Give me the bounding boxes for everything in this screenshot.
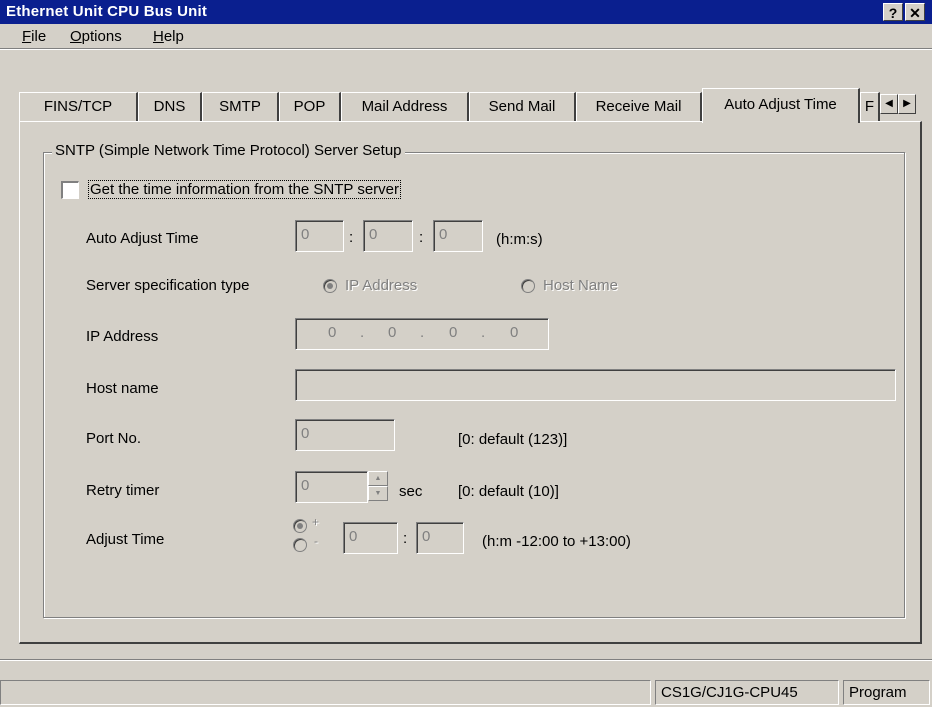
radio-minus-label[interactable]: - [314, 534, 318, 548]
status-model: CS1G/CJ1G-CPU45 [655, 680, 839, 705]
radio-host-name-label[interactable]: Host Name [543, 277, 618, 294]
retry-label: Retry timer [86, 482, 160, 499]
tab-scroll-right-icon[interactable]: ▶ [898, 94, 916, 114]
title-bar[interactable]: Ethernet Unit CPU Bus Unit ? ✕ [0, 0, 932, 24]
tab-dns[interactable]: DNS [138, 92, 202, 122]
time-separator: : [349, 229, 354, 246]
radio-plus[interactable] [293, 519, 307, 533]
tab-overflow[interactable]: F [860, 92, 880, 122]
port-label: Port No. [86, 430, 142, 447]
adjust-time-hint: (h:m -12:00 to +13:00) [482, 533, 631, 550]
close-button[interactable]: ✕ [905, 3, 925, 21]
menu-options[interactable]: Options [70, 28, 122, 45]
retry-input[interactable]: 0 [295, 471, 368, 503]
radio-ip-address[interactable] [323, 279, 337, 293]
adjust-time-label: Adjust Time [86, 531, 165, 548]
ip-octet-2: 0 [388, 324, 397, 341]
auto-adjust-hour-input[interactable]: 0 [295, 220, 344, 252]
time-separator: : [419, 229, 424, 246]
tab-pop[interactable]: POP [279, 92, 341, 122]
adjust-time-separator: : [403, 530, 408, 547]
menu-bar: File Options Help [0, 24, 932, 48]
spin-down-icon[interactable]: ▼ [368, 486, 388, 501]
port-hint: [0: default (123)] [458, 431, 568, 448]
retry-hint: [0: default (10)] [458, 483, 559, 500]
tab-auto-adjust-time[interactable]: Auto Adjust Time [702, 88, 860, 123]
adjust-minute-input[interactable]: 0 [416, 522, 464, 554]
port-input[interactable]: 0 [295, 419, 395, 451]
group-title: SNTP (Simple Network Time Protocol) Serv… [52, 142, 405, 159]
ip-dot: . [360, 324, 365, 341]
dialog-window: Ethernet Unit CPU Bus Unit ? ✕ File Opti… [0, 0, 932, 707]
tab-send-mail[interactable]: Send Mail [469, 92, 576, 122]
server-spec-label: Server specification type [86, 277, 250, 294]
ip-octet-1: 0 [328, 324, 337, 341]
help-button[interactable]: ? [883, 3, 903, 21]
radio-plus-label[interactable]: + [312, 515, 319, 529]
radio-ip-address-label[interactable]: IP Address [345, 277, 417, 294]
tab-scroll-left-icon[interactable]: ◀ [880, 94, 898, 114]
tab-fins-tcp[interactable]: FINS/TCP [19, 92, 138, 122]
retry-spinner[interactable]: ▲ ▼ [368, 471, 388, 503]
retry-unit: sec [399, 483, 423, 500]
auto-adjust-minute-input[interactable]: 0 [363, 220, 413, 252]
radio-host-name[interactable] [521, 279, 535, 293]
status-mode: Program [843, 680, 930, 705]
window-title: Ethernet Unit CPU Bus Unit [6, 3, 208, 20]
host-name-input[interactable] [295, 369, 896, 401]
ip-address-label: IP Address [86, 328, 159, 345]
spin-up-icon[interactable]: ▲ [368, 471, 388, 486]
ip-octet-4: 0 [510, 324, 519, 341]
radio-minus[interactable] [293, 538, 307, 552]
menu-help[interactable]: Help [153, 28, 184, 45]
adjust-hour-input[interactable]: 0 [343, 522, 398, 554]
bottom-separator-highlight [0, 660, 932, 661]
auto-adjust-second-input[interactable]: 0 [433, 220, 483, 252]
tab-receive-mail[interactable]: Receive Mail [576, 92, 702, 122]
menu-file[interactable]: File [22, 28, 46, 45]
get-time-checkbox-label[interactable]: Get the time information from the SNTP s… [88, 180, 402, 199]
status-pane-message [0, 680, 651, 705]
host-name-label: Host name [86, 380, 159, 397]
status-bar: CS1G/CJ1G-CPU45 Program [0, 676, 932, 707]
menu-separator-highlight [0, 49, 932, 50]
ip-dot: . [420, 324, 425, 341]
ip-dot: . [481, 324, 486, 341]
tab-mail-address[interactable]: Mail Address [341, 92, 469, 122]
auto-adjust-time-label: Auto Adjust Time [86, 230, 199, 247]
tab-smtp[interactable]: SMTP [202, 92, 279, 122]
ip-address-input[interactable]: 0 . 0 . 0 . 0 [295, 318, 549, 350]
get-time-checkbox[interactable] [61, 181, 79, 199]
ip-octet-3: 0 [449, 324, 458, 341]
auto-adjust-unit: (h:m:s) [496, 231, 543, 248]
